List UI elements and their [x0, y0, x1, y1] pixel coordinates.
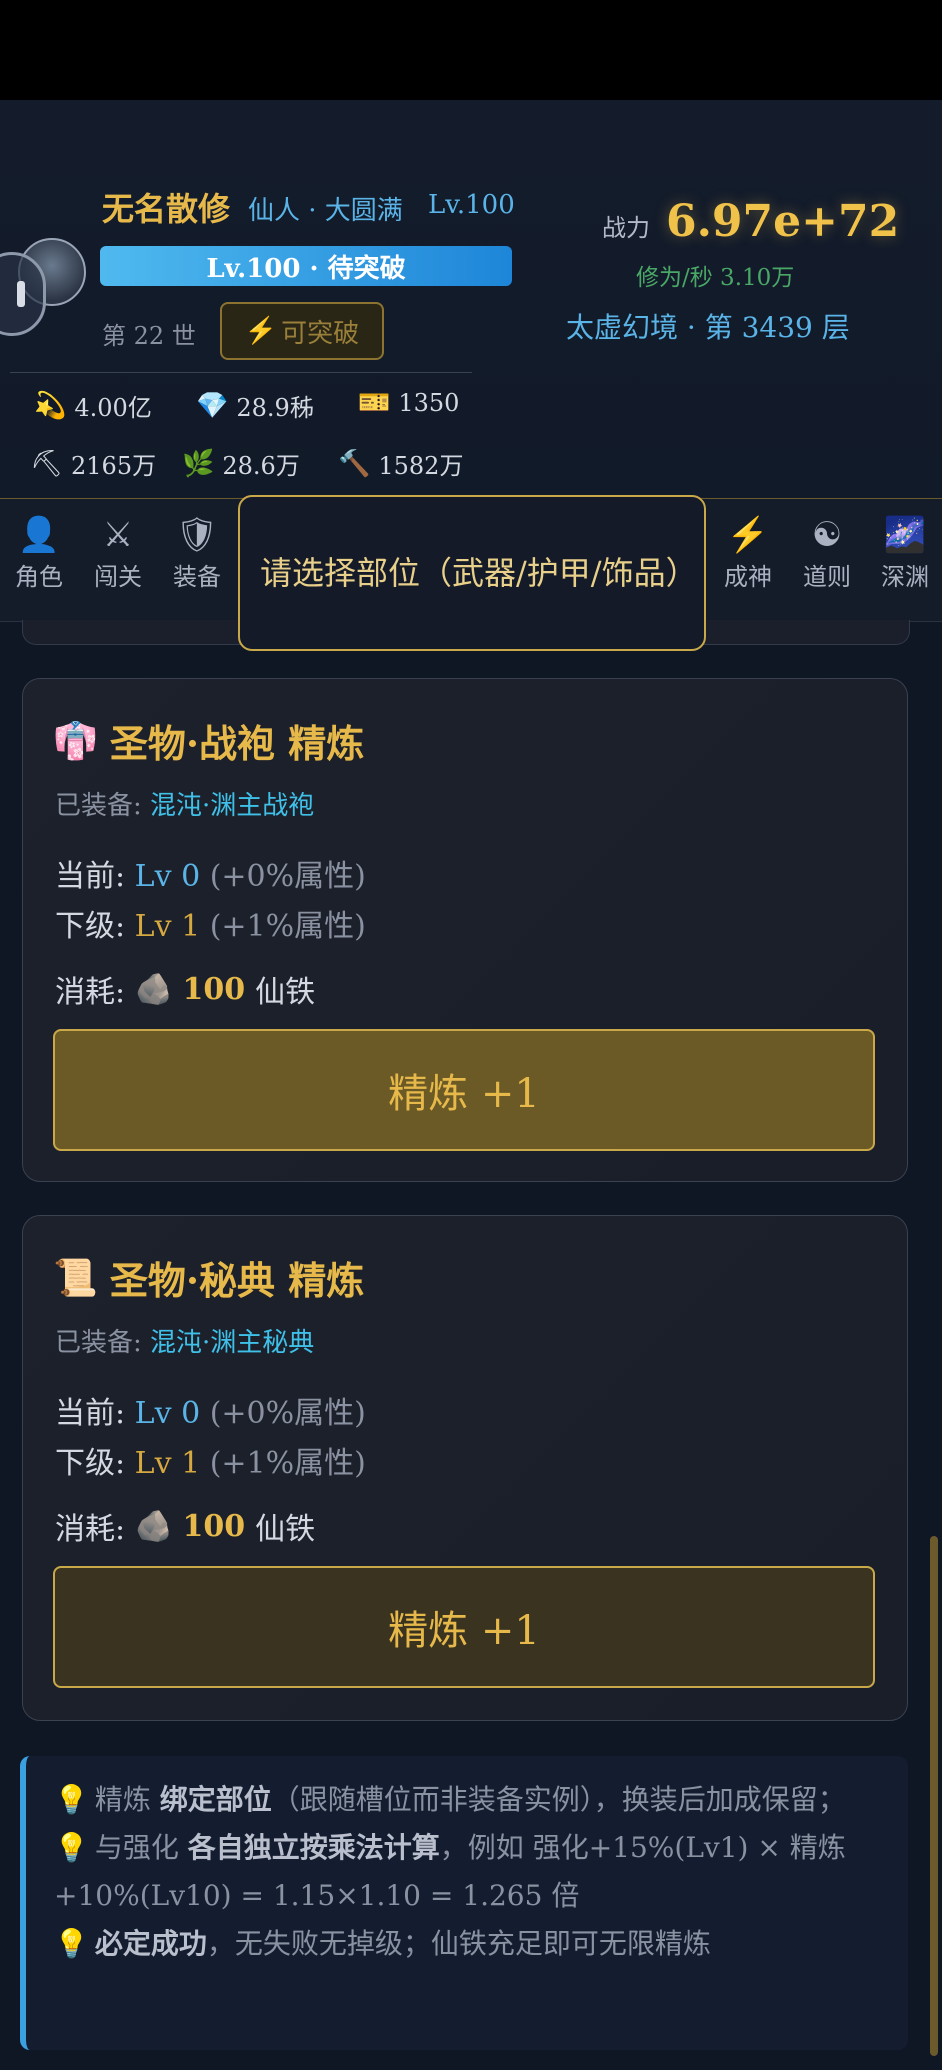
swords-icon: ⚔ [102, 515, 134, 555]
refine-cost: 消耗: 🪨 100 仙铁 [55, 1508, 316, 1548]
refine-card-robe: 👘 圣物·战袍 精炼 已装备: 混沌·渊主战袍 当前: Lv 0 (+0%属性)… [22, 678, 908, 1182]
robe-icon: 👘 [53, 719, 98, 762]
herb-icon: 🌿 [182, 448, 215, 479]
refine-button[interactable]: 精炼 +1 [53, 1566, 875, 1688]
iron-ore-icon: 🪨 [135, 971, 173, 1007]
combat-power-label: 战力 [602, 214, 650, 242]
equipped-item: 已装备: 混沌·渊主战袍 [55, 791, 315, 821]
player-level: Lv.100 [428, 190, 515, 220]
lightbulb-icon: 💡 [54, 1783, 89, 1816]
tip-line: 💡 与强化 各自独立按乘法计算，例如 强化+15%(Lv1) × 精炼+10%(L… [54, 1831, 846, 1912]
hammer-icon: 🔨 [338, 448, 371, 479]
next-level: 下级: Lv 1 (+1%属性) [55, 909, 366, 944]
lightbulb-icon: 💡 [54, 1831, 89, 1864]
scroll-icon: 📜 [53, 1256, 98, 1299]
tab-character[interactable]: 👤 角色 [0, 513, 78, 592]
breakthrough-button[interactable]: ⚡ 可突破 [220, 302, 384, 360]
tab-ascend[interactable]: ⚡ 成神 [709, 513, 787, 592]
ticket-icon: 🎫 [358, 388, 391, 418]
resource-value: 28.6万 [222, 452, 300, 480]
tip-line: 💡 必定成功，无失败无掉级；仙铁充足即可无限精炼 [54, 1927, 711, 1960]
player-header [0, 100, 942, 500]
tab-equipment[interactable]: 🛡 装备 [158, 513, 236, 592]
resource-item: 🔨 1582万 [338, 446, 463, 481]
refine-card-tome: 📜 圣物·秘典 精炼 已装备: 混沌·渊主秘典 当前: Lv 0 (+0%属性)… [22, 1215, 908, 1721]
life-counter: 第 22 世 [102, 322, 196, 350]
yin-yang-icon: ☯ [811, 515, 843, 555]
tab-challenge[interactable]: ⚔ 闯关 [79, 513, 157, 592]
divider [10, 372, 472, 373]
resource-value: 1582万 [378, 452, 464, 480]
current-level: 当前: Lv 0 (+0%属性) [55, 1396, 366, 1431]
breakthrough-label: 可突破 [281, 318, 360, 349]
realm-floor: 太虚幻境 · 第 3439 层 [566, 311, 850, 344]
player-name: 无名散修 [102, 190, 231, 228]
card-title: 📜 圣物·秘典 精炼 [53, 1256, 365, 1304]
status-bar [0, 0, 942, 100]
tips-panel: 💡 精炼 绑定部位（跟随槽位而非装备实例），换装后加成保留； 💡 与强化 各自独立按… [20, 1756, 908, 2050]
resource-item: 🌿 28.6万 [182, 446, 300, 481]
lightning-icon: ⚡ [726, 515, 770, 555]
tip-line: 💡 精炼 绑定部位（跟随槽位而非装备实例），换装后加成保留； [54, 1783, 846, 1816]
diamond-icon: 💎 [196, 390, 229, 421]
next-level: 下级: Lv 1 (+1%属性) [55, 1446, 366, 1481]
resource-value: 4.00亿 [74, 394, 152, 422]
lightbulb-icon: 💡 [54, 1927, 89, 1960]
person-icon: 👤 [17, 515, 61, 555]
galaxy-icon: 🌌 [883, 515, 927, 555]
equipped-item: 已装备: 混沌·渊主秘典 [55, 1328, 315, 1358]
resource-value: 28.9秭 [236, 394, 314, 422]
resource-item: 💫 4.00亿 [34, 388, 152, 423]
refine-button[interactable]: 精炼 +1 [53, 1029, 875, 1151]
player-realm: 仙人 · 大圆满 [248, 196, 403, 226]
iron-ore-icon: 🪨 [135, 1508, 173, 1544]
tab-dao[interactable]: ☯ 道则 [788, 513, 866, 592]
tab-abyss[interactable]: 🌌 深渊 [866, 513, 942, 592]
spirit-stone-icon: 💫 [34, 390, 67, 421]
resource-value: 2165万 [71, 452, 157, 480]
current-level: 当前: Lv 0 (+0%属性) [55, 859, 366, 894]
level-bar-label: Lv.100 · 待突破 [206, 253, 406, 284]
card-title: 👘 圣物·战袍 精炼 [53, 719, 365, 767]
resource-value: 1350 [398, 389, 460, 417]
resource-item: 💎 28.9秭 [196, 388, 314, 423]
slot-select-tooltip: 请选择部位（武器/护甲/饰品） [238, 495, 706, 651]
resource-item: ⛏ 2165万 [30, 446, 156, 481]
lightning-icon: ⚡ [244, 316, 278, 346]
shield-icon: 🛡 [175, 515, 219, 555]
refine-cost: 消耗: 🪨 100 仙铁 [55, 971, 316, 1011]
pickaxe-icon: ⛏ [30, 448, 64, 479]
cultivation-rate: 修为/秒 3.10万 [636, 265, 795, 291]
scrollbar[interactable] [930, 1536, 938, 2056]
combat-power-value: 6.97e+72 [666, 196, 900, 247]
resource-item: 🎫 1350 [358, 388, 459, 418]
level-progress-bar: Lv.100 · 待突破 [100, 246, 512, 286]
